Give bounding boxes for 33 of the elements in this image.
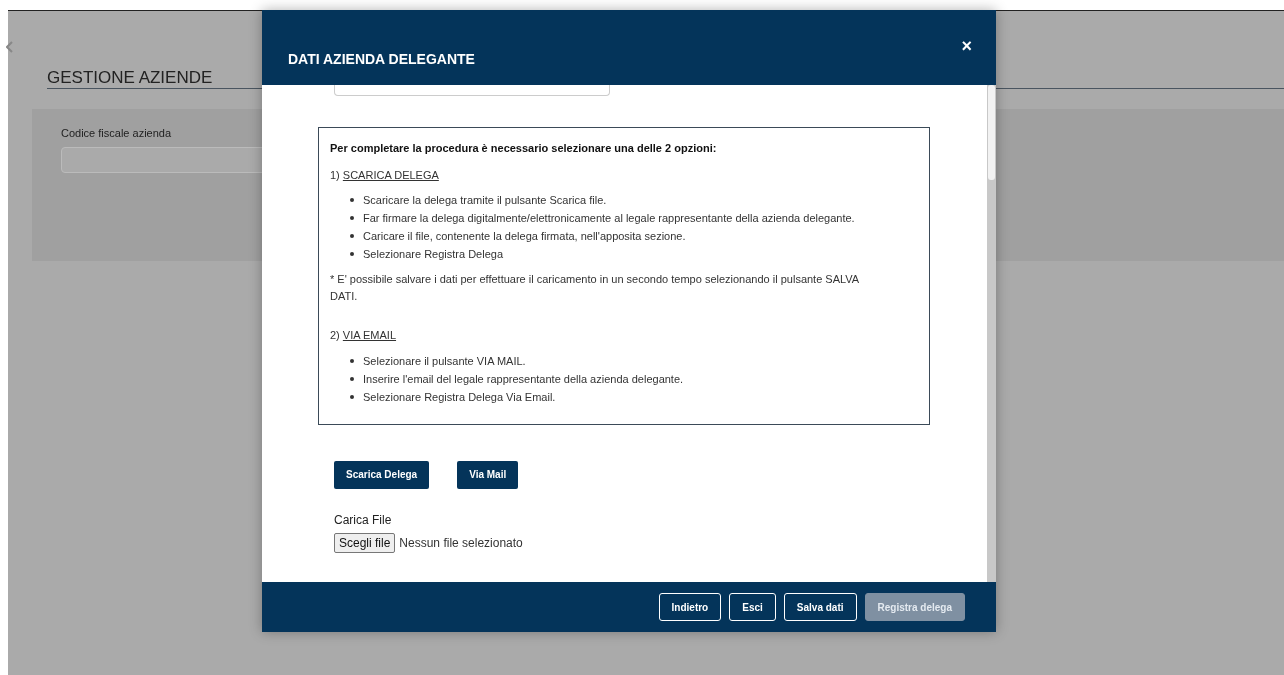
download-button[interactable]: Scarica Delega [334, 460, 430, 489]
modal-title: DATI AZIENDA DELEGANTE [288, 50, 475, 69]
list-item: Scaricare la delega tramite il pulsante Scarica file. [363, 193, 607, 208]
bullet-icon [350, 216, 354, 220]
upload-label: Carica File [334, 511, 393, 529]
list-item: Selezionare Registra Delega Via Email. [363, 389, 556, 405]
footer-button[interactable]: Esci [729, 593, 776, 621]
intro-text: Per completare la procedura è necessario selezionare una delle 2 opzioni: [330, 141, 718, 156]
mail-button[interactable]: Via Mail [457, 460, 519, 489]
section-heading: 1) SCARICA DELEGA [330, 167, 440, 183]
list-item: Selezionare il pulsante VIA MAIL. [363, 353, 526, 369]
footer-button[interactable]: Indietro [658, 593, 722, 621]
list-item: Caricare il file, contenente la delega firmata, nell'apposita sezione. [363, 229, 686, 244]
list-item: Inserire l'email del legale rappresentante della azienda delegante. [363, 371, 684, 387]
bullet-icon [350, 198, 354, 202]
scrollbar[interactable] [987, 85, 996, 582]
close-button[interactable]: × [961, 37, 972, 55]
dropdown-field[interactable] [334, 85, 610, 96]
note-text: * E' possibile salvare i dati per effettuare il caricamento in un secondo tempo selezionando il pulsante SALVA DATI. [330, 272, 860, 304]
bullet-icon [350, 252, 354, 256]
choose-file-button[interactable]: Scegli file [334, 532, 396, 553]
bullet-icon [350, 376, 354, 381]
bullet-icon [350, 234, 354, 238]
list-item: Selezionare Registra Delega [363, 247, 504, 262]
page-title: GESTIONE AZIENDE [47, 68, 213, 89]
footer-button[interactable]: Salva dati [783, 593, 857, 621]
file-status: Nessun file selezionato [399, 534, 523, 552]
chevron-left-icon[interactable] [6, 41, 14, 53]
field-label: Codice fiscale azienda [61, 126, 172, 142]
section-heading: 2) VIA EMAIL [330, 328, 398, 343]
bullet-icon [350, 358, 354, 363]
list-item: Far firmare la delega digitalmente/elettronicamente al legale rappresentante della azienda delegante. [363, 211, 855, 226]
bullet-icon [350, 394, 354, 399]
